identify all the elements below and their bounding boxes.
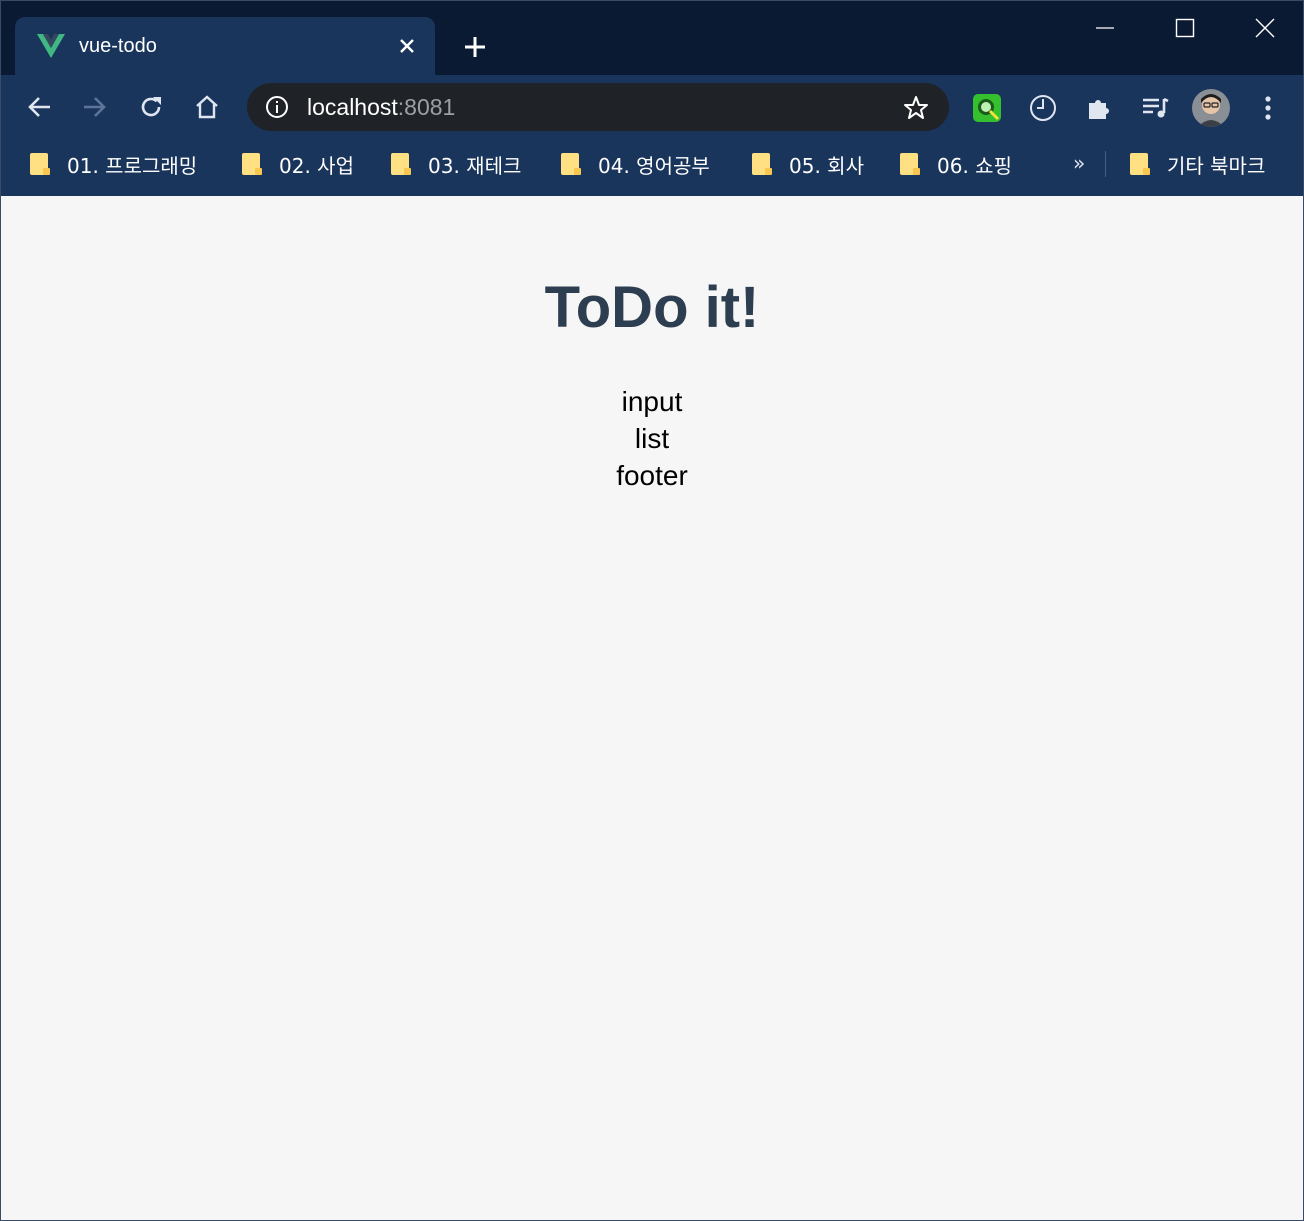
site-info-icon[interactable] [265,95,289,119]
extension-green-icon[interactable] [970,91,1004,125]
new-tab-icon[interactable] [459,31,491,63]
minimize-icon[interactable] [1088,13,1122,43]
back-arrow-icon[interactable] [23,91,55,123]
bookmark-star-icon[interactable] [903,95,929,121]
folder-icon [30,153,50,175]
tab-close-icon[interactable] [395,34,419,58]
browser-toolbar: localhost:8081 [1,75,1303,139]
window-close-icon[interactable] [1248,13,1282,43]
folder-icon [561,153,581,175]
maximize-icon[interactable] [1168,13,1202,43]
forward-arrow-icon[interactable] [79,91,111,123]
address-bar[interactable]: localhost:8081 [247,83,949,131]
reload-icon[interactable] [135,91,167,123]
browser-window: vue-todo localhost:8081 01. 프로그래밍 02. 사업… [0,0,1304,1221]
bookmark-folder[interactable]: 04. 영어공부 [560,149,710,179]
active-tab[interactable]: vue-todo [15,17,435,75]
url-port: :8081 [397,94,456,120]
extensions-puzzle-icon[interactable] [1082,91,1116,125]
clock-extension-icon[interactable] [1026,91,1060,125]
bookmark-folder[interactable]: 02. 사업 [241,149,354,179]
vue-logo-icon [37,34,65,58]
folder-icon [752,153,772,175]
bookmark-label: 05. 회사 [789,153,864,178]
bookmarks-divider [1105,151,1106,177]
bookmark-label: 02. 사업 [279,153,354,178]
bookmark-label: 06. 쇼핑 [937,153,1012,178]
todo-footer-component: footer [616,460,688,491]
browser-menu-icon[interactable] [1251,91,1285,125]
folder-icon [242,153,262,175]
todo-input-component: input [621,386,683,417]
bookmark-folder[interactable]: 05. 회사 [751,149,864,179]
bookmark-folder[interactable]: 03. 재테크 [390,149,521,179]
bookmarks-bar: 01. 프로그래밍 02. 사업 03. 재테크 04. 영어공부 05. 회사… [1,139,1303,196]
todo-list-component: list [634,423,670,454]
media-control-icon[interactable] [1138,91,1172,125]
page-content: ToDo it! input list footer [1,196,1303,1220]
home-icon[interactable] [191,91,223,123]
bookmark-label: 01. 프로그래밍 [67,153,198,178]
other-bookmarks-folder[interactable]: 기타 북마크 [1129,149,1265,179]
bookmark-label: 03. 재테크 [428,153,522,178]
bookmark-folder[interactable]: 01. 프로그래밍 [29,149,197,179]
tab-title: vue-todo [79,35,157,57]
page-title: ToDo it! [544,275,760,340]
address-url[interactable]: localhost:8081 [307,94,455,121]
profile-avatar[interactable] [1192,89,1230,127]
bookmarks-overflow-chevron-icon[interactable]: » [1073,151,1085,175]
other-bookmarks-label: 기타 북마크 [1167,153,1266,178]
url-host: localhost [307,94,398,120]
bookmark-label: 04. 영어공부 [598,153,710,178]
folder-icon [1130,153,1150,175]
title-bar: vue-todo [1,1,1303,75]
folder-icon [391,153,411,175]
folder-icon [900,153,920,175]
bookmark-folder[interactable]: 06. 쇼핑 [899,149,1012,179]
